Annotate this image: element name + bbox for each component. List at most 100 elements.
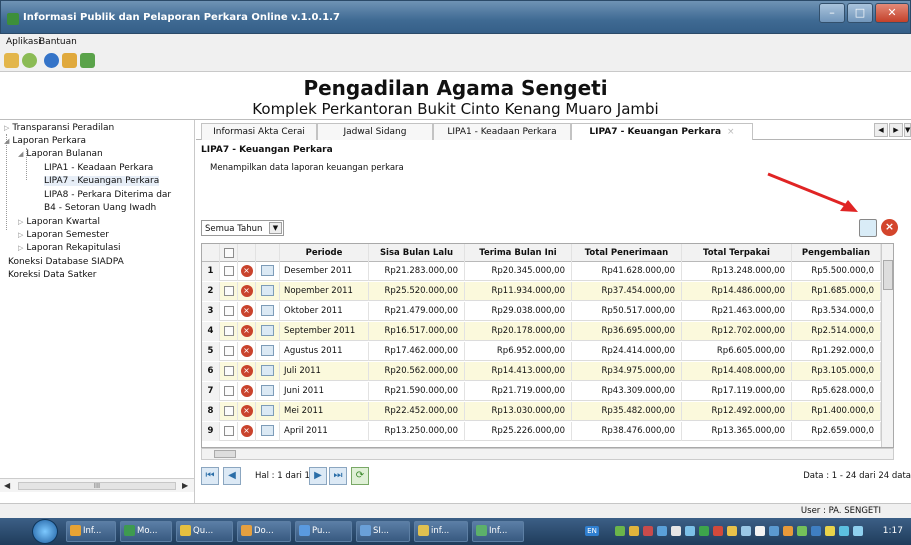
checkbox-cell[interactable] (220, 302, 238, 321)
checkbox-cell[interactable] (220, 382, 238, 401)
tree-item-b4[interactable]: B4 - Setoran Uang Iwadh (44, 203, 156, 213)
taskbar-task[interactable]: Qu... (176, 521, 233, 542)
expand-icon[interactable]: ▷ (18, 231, 23, 239)
collapse-icon[interactable]: ◢ (18, 150, 23, 158)
edit-icon[interactable] (261, 365, 274, 376)
row-checkbox[interactable] (223, 305, 234, 316)
first-page-icon[interactable]: ⏮ (201, 467, 219, 485)
tree-item-koneksi-database[interactable]: Koneksi Database SIADPA (8, 257, 124, 267)
tray-icon[interactable] (643, 526, 653, 536)
column-terima[interactable]: Terima Bulan Ini (465, 244, 572, 262)
minimize-button[interactable]: – (819, 3, 845, 23)
tray-icon[interactable] (769, 526, 779, 536)
tray-icon[interactable] (853, 526, 863, 536)
menu-aplikasi[interactable]: Aplikasi (6, 37, 41, 47)
edit-icon[interactable] (261, 325, 274, 336)
table-row[interactable]: 5 × Agustus 2011 Rp17.462.000,00 Rp6.952.000… (202, 342, 893, 361)
edit-icon[interactable] (261, 405, 274, 416)
tray-icon[interactable] (825, 526, 835, 536)
tab-lipa1[interactable]: LIPA1 - Keadaan Perkara (433, 123, 571, 140)
column-total-terpakai[interactable]: Total Terpakai (682, 244, 792, 262)
table-row[interactable]: 7 × Juni 2011 Rp21.590.000,00 Rp21.719.000,0… (202, 382, 893, 401)
volume-icon[interactable] (671, 526, 681, 536)
tray-icon[interactable] (685, 526, 695, 536)
tree-item-rekapitulasi[interactable]: ▷ Laporan Rekapitulasi (18, 243, 121, 253)
tray-icon[interactable] (713, 526, 723, 536)
tray-icon[interactable] (811, 526, 821, 536)
select-all-checkbox[interactable] (223, 247, 234, 258)
row-checkbox[interactable] (223, 405, 234, 416)
scroll-left-icon[interactable]: ◀ (4, 481, 10, 490)
last-page-icon[interactable]: ⏭ (329, 467, 347, 485)
edit-cell[interactable] (256, 322, 280, 341)
edit-cell[interactable] (256, 402, 280, 421)
help-icon[interactable] (44, 53, 59, 68)
delete-cell[interactable]: × (238, 342, 256, 361)
tree-item-kwartal[interactable]: ▷ Laporan Kwartal (18, 217, 100, 227)
tree-item-transparansi[interactable]: ▷ Transparansi Peradilan (4, 123, 114, 133)
delete-cell[interactable]: × (238, 422, 256, 441)
table-row[interactable]: 8 × Mei 2011 Rp22.452.000,00 Rp13.030.000,00… (202, 402, 893, 421)
delete-cell[interactable]: × (238, 382, 256, 401)
next-page-icon[interactable]: ▶ (309, 467, 327, 485)
tree-item-lipa7[interactable]: LIPA7 - Keuangan Perkara (44, 176, 160, 186)
start-button[interactable] (32, 519, 58, 544)
edit-icon[interactable] (261, 385, 274, 396)
column-pengembalian[interactable]: Pengembalian (792, 244, 881, 262)
chevron-down-icon[interactable]: ▼ (269, 222, 282, 234)
year-select[interactable]: Semua Tahun ▼ (201, 220, 284, 236)
taskbar-task[interactable]: Inf... (472, 521, 524, 542)
tab-list-icon[interactable]: ▼ (904, 123, 911, 137)
tray-icon[interactable] (699, 526, 709, 536)
edit-icon[interactable] (261, 425, 274, 436)
favorite-icon[interactable] (22, 53, 37, 68)
delete-icon[interactable]: × (240, 264, 253, 277)
edit-cell[interactable] (256, 262, 280, 281)
table-row[interactable]: 1 × Desember 2011 Rp21.283.000,00 Rp20.345.0… (202, 262, 893, 281)
table-row[interactable]: 6 × Juli 2011 Rp20.562.000,00 Rp14.413.000,0… (202, 362, 893, 381)
checkbox-cell[interactable] (220, 262, 238, 281)
edit-icon[interactable] (261, 285, 274, 296)
export-button[interactable] (859, 219, 877, 237)
language-indicator[interactable]: EN (585, 526, 599, 536)
table-row[interactable]: 9 × April 2011 Rp13.250.000,00 Rp25.226.000,… (202, 422, 893, 441)
table-row[interactable]: 2 × Nopember 2011 Rp25.520.000,00 Rp11.934.0… (202, 282, 893, 301)
scrollbar-thumb[interactable] (883, 260, 893, 290)
tree-item-laporan-perkara[interactable]: ◢ Laporan Perkara (4, 136, 86, 146)
tray-icon[interactable] (755, 526, 765, 536)
edit-icon[interactable] (261, 265, 274, 276)
row-checkbox[interactable] (223, 265, 234, 276)
taskbar-task[interactable]: Inf... (66, 521, 116, 542)
tree-item-laporan-bulanan[interactable]: ◢ Laporan Bulanan (18, 149, 103, 159)
edit-cell[interactable] (256, 342, 280, 361)
tab-scroll-left-icon[interactable]: ◀ (874, 123, 888, 137)
tree-item-semester[interactable]: ▷ Laporan Semester (18, 230, 109, 240)
edit-icon[interactable] (261, 305, 274, 316)
delete-cell[interactable]: × (238, 322, 256, 341)
scrollbar-thumb[interactable] (214, 450, 236, 458)
tray-icon[interactable] (657, 526, 667, 536)
delete-icon[interactable]: × (240, 304, 253, 317)
tray-icon[interactable] (783, 526, 793, 536)
row-checkbox[interactable] (223, 345, 234, 356)
taskbar-task[interactable]: Mo... (120, 521, 172, 542)
delete-cell[interactable]: × (238, 262, 256, 281)
taskbar-task[interactable]: inf... (414, 521, 468, 542)
chart-icon[interactable] (80, 53, 95, 68)
edit-icon[interactable] (261, 345, 274, 356)
expand-icon[interactable]: ▷ (18, 244, 23, 252)
close-panel-button[interactable]: × (881, 219, 898, 236)
edit-cell[interactable] (256, 422, 280, 441)
delete-cell[interactable]: × (238, 302, 256, 321)
edit-cell[interactable] (256, 302, 280, 321)
row-checkbox[interactable] (223, 385, 234, 396)
row-checkbox[interactable] (223, 425, 234, 436)
checkbox-cell[interactable] (220, 402, 238, 421)
prev-page-icon[interactable]: ◀ (223, 467, 241, 485)
tray-icon[interactable] (839, 526, 849, 536)
checkbox-cell[interactable] (220, 322, 238, 341)
scroll-right-icon[interactable]: ▶ (182, 481, 188, 490)
tab-lipa7[interactable]: LIPA7 - Keuangan Perkara × (571, 123, 753, 140)
column-total-penerimaan[interactable]: Total Penerimaan (572, 244, 682, 262)
tray-icon[interactable] (797, 526, 807, 536)
